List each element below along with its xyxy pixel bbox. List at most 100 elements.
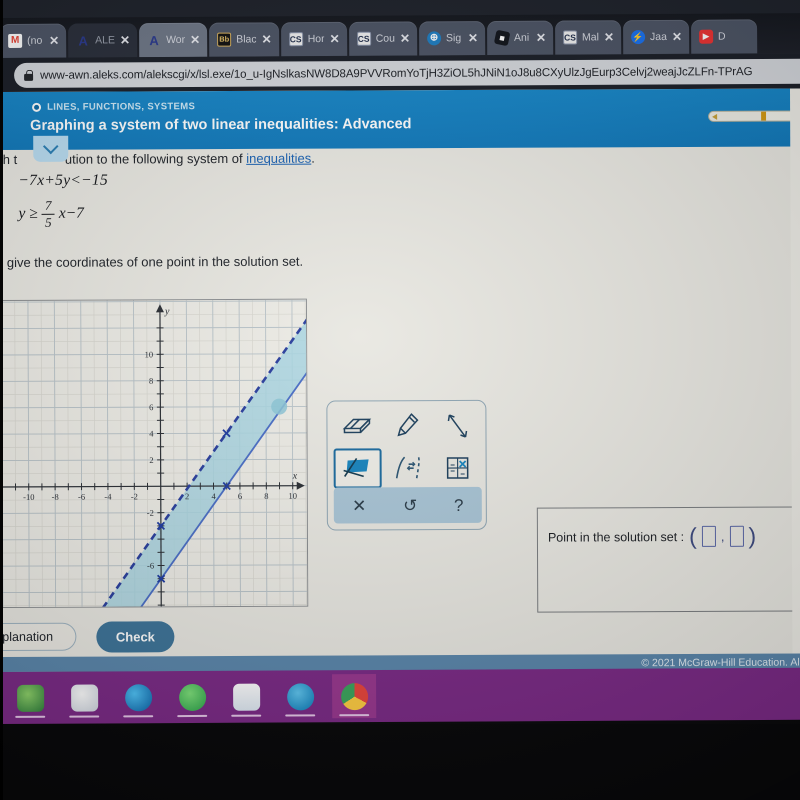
tab-close-icon[interactable]: ✕	[262, 32, 272, 46]
y-tick-label: 10	[145, 349, 154, 359]
dashed-solid-tool[interactable]	[384, 448, 432, 488]
browser-tab-8[interactable]: CS Mal ✕	[554, 20, 622, 55]
taskbar-running-indicator	[285, 714, 316, 717]
tab-close-icon[interactable]: ✕	[49, 34, 59, 48]
close-paren: )	[748, 522, 757, 549]
x-tick-label: -6	[78, 492, 85, 502]
taskbar-running-indicator	[339, 714, 370, 717]
address-bar[interactable]: www-awn.aleks.com/alekscgi/x/lsl.exe/1o_…	[14, 58, 800, 88]
shaded-region-icon	[343, 458, 369, 478]
browser-tab-2[interactable]: A Wor ✕	[138, 22, 208, 58]
bb-icon: Bb	[217, 32, 232, 47]
taskbar-running-indicator	[123, 715, 154, 718]
answer-x-input[interactable]	[701, 525, 716, 547]
taskbar-button-file-explorer[interactable]	[8, 676, 52, 720]
browser-tab-10[interactable]: ▶ D	[690, 19, 758, 54]
chevron-down-icon	[42, 138, 59, 154]
answer-panel: Point in the solution set : ( , )	[536, 506, 800, 613]
tab-title: Blac	[236, 33, 257, 46]
taskbar-button-wechat[interactable]	[170, 675, 214, 719]
aleks-a-icon: A	[78, 33, 88, 48]
cs-icon: CS	[356, 31, 371, 46]
shade-region-tool[interactable]	[333, 448, 382, 489]
y-tick-label: 8	[149, 376, 153, 386]
aleks-header: LINES, FUNCTIONS, SYSTEMS Graphing a sys…	[0, 88, 800, 150]
page-title: Graphing a system of two linear inequali…	[30, 116, 412, 134]
x-tick-label: 2	[185, 491, 189, 501]
taskbar-running-indicator	[15, 715, 46, 718]
taskbar-button-paint[interactable]	[62, 675, 106, 719]
taskbar-button-chrome[interactable]	[332, 674, 377, 719]
taskbar-button-skype[interactable]	[278, 674, 322, 718]
tab-close-icon[interactable]: ✕	[190, 33, 200, 47]
inequality-2-tail: x−7	[58, 204, 84, 223]
browser-tab-4[interactable]: CS Hor ✕	[280, 21, 347, 57]
browser-tab-9[interactable]: ⚡ Jaa ✕	[622, 19, 690, 55]
page-right-margin	[789, 88, 800, 655]
x-tick-label: 6	[238, 491, 242, 501]
browser-tab-6[interactable]: ⊕ Sig ✕	[418, 21, 486, 56]
tab-close-icon[interactable]: ✕	[536, 31, 546, 45]
answer-y-input[interactable]	[729, 525, 744, 547]
expand-dropdown-button[interactable]	[33, 135, 69, 162]
y-tick-label: 6	[149, 402, 153, 412]
undo-action[interactable]: ↺	[403, 496, 417, 515]
double-arrow-icon	[447, 414, 468, 438]
fraction-denominator: 5	[45, 214, 52, 230]
x-axis-label: x	[292, 471, 298, 482]
browser-tab-1[interactable]: A ALE ✕	[68, 23, 138, 58]
help-action[interactable]: ?	[454, 495, 464, 514]
lock-icon	[24, 70, 33, 81]
x-tick-label: -2	[131, 491, 138, 501]
fraction-seven-fifths: 7 5	[41, 197, 55, 230]
close-action[interactable]: ✕	[352, 496, 366, 515]
browser-tab-5[interactable]: CS Cou ✕	[348, 21, 418, 56]
screen-bezel-bottom	[0, 724, 800, 800]
tab-close-icon[interactable]: ✕	[468, 31, 478, 45]
tab-close-icon[interactable]: ✕	[672, 30, 682, 44]
tab-close-icon[interactable]: ✕	[400, 31, 410, 45]
question-prompt-line-1: aph t ution to the following system of i…	[0, 150, 468, 167]
fraction-numerator: 7	[44, 197, 52, 213]
aleks-page: LINES, FUNCTIONS, SYSTEMS Graphing a sys…	[0, 88, 800, 672]
explanation-button[interactable]: Explanation	[0, 622, 77, 652]
tab-close-icon[interactable]: ✕	[604, 30, 614, 44]
taskbar-button-edge[interactable]	[116, 675, 160, 719]
globe-icon: ⊕	[426, 31, 442, 46]
x-tick-label: -10	[23, 492, 34, 502]
answer-row: Point in the solution set : ( , )	[547, 522, 757, 549]
y-axis-label: y	[164, 306, 170, 317]
url-text: www-awn.aleks.com/alekscgi/x/lsl.exe/1o_…	[40, 65, 753, 82]
open-paren: (	[689, 522, 697, 549]
ray-tool[interactable]	[433, 406, 481, 446]
file-explorer-icon	[16, 684, 44, 712]
browser-tab-7[interactable]: ■ Ani ✕	[486, 20, 554, 56]
browser-tab-0[interactable]: M (no ✕	[0, 23, 67, 58]
skype-icon	[286, 682, 314, 710]
answer-comma: ,	[720, 528, 725, 544]
onedrive-icon	[232, 683, 260, 711]
tab-title: Sig	[445, 32, 462, 45]
cursor-blob	[271, 398, 288, 415]
browser-tab-3[interactable]: Bb Blac ✕	[209, 22, 279, 57]
check-button[interactable]: Check	[96, 621, 175, 653]
clear-graph-tool[interactable]	[434, 448, 482, 488]
tab-close-icon[interactable]: ✕	[120, 33, 130, 47]
tool-grid	[333, 406, 481, 489]
taskbar-button-onedrive[interactable]	[224, 675, 268, 719]
palette-action-row: ✕ ↺?	[333, 486, 482, 524]
coordinate-graph[interactable]: -10-8-6-4-2246810108642-2-6-10xy	[0, 298, 309, 609]
progress-meter	[708, 110, 800, 122]
inequality-1: −7x+5y<−15	[18, 171, 109, 189]
tab-close-icon[interactable]: ✕	[330, 32, 340, 46]
graph-svg[interactable]: -10-8-6-4-2246810108642-2-6-10xy	[0, 299, 309, 609]
eraser-tool[interactable]	[333, 406, 381, 446]
taskbar-running-indicator	[69, 715, 100, 718]
answer-label: Point in the solution set :	[547, 529, 685, 545]
inequalities-link[interactable]: inequalities	[246, 151, 311, 166]
tab-title: Ani	[513, 31, 530, 44]
tab-title: Wor	[166, 33, 186, 46]
messenger-icon: ⚡	[630, 30, 646, 45]
gmail-icon: M	[8, 33, 23, 48]
pencil-tool[interactable]	[383, 406, 431, 446]
